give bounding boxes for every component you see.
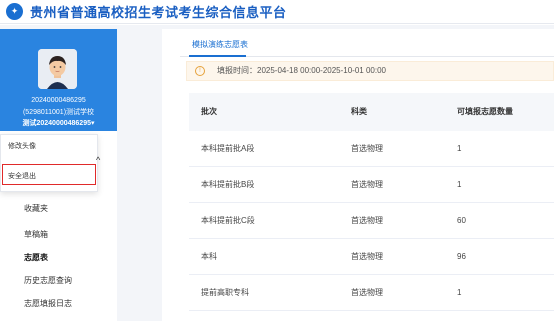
logo-icon: ✦: [6, 3, 23, 20]
profile-id: 20240000486295: [31, 97, 86, 104]
avatar: [38, 49, 77, 89]
cell-subject: 首选物理: [351, 252, 383, 261]
header-quota: 可填报志愿数量: [457, 107, 513, 116]
logout-highlight-box: [2, 164, 96, 185]
notice-text: 填报时间：2025-04-18 00:00-2025-10-01 00:00: [217, 66, 386, 75]
profile-user-menu[interactable]: 测试20240000486295▾: [0, 118, 117, 129]
cell-batch: 本科: [201, 252, 217, 261]
cell-subject: 首选物理: [351, 288, 383, 297]
sidebar-item-fill-log[interactable]: 志愿填报日志: [0, 291, 117, 317]
cell-quota: 1: [457, 180, 462, 189]
table-row: 本科 首选物理 96: [189, 239, 554, 275]
fill-time-notice: ! 填报时间：2025-04-18 00:00-2025-10-01 00:00: [186, 61, 554, 81]
tab-active-indicator: [189, 55, 246, 57]
cell-batch: 本科提前批C段: [201, 216, 255, 225]
table-row: 本科提前批B段 首选物理 1: [189, 167, 554, 203]
cell-quota: 96: [457, 252, 466, 261]
page-title: 贵州省普通高校招生考试考生综合信息平台: [30, 5, 287, 20]
sidebar-item-favorites[interactable]: 收藏夹: [0, 196, 117, 222]
header-batch: 批次: [201, 107, 217, 116]
profile-username: 测试20240000486295: [22, 120, 91, 127]
cell-subject: 首选物理: [351, 180, 383, 189]
cell-subject: 首选物理: [351, 144, 383, 153]
avatar-image-icon: [38, 49, 77, 89]
table-row: 本科提前批A段 首选物理 1: [189, 131, 554, 167]
chevron-up-icon[interactable]: ^: [96, 155, 100, 165]
cell-quota: 60: [457, 216, 466, 225]
top-header: ✦ 贵州省普通高校招生考试考生综合信息平台: [0, 0, 554, 24]
chevron-down-icon: ▾: [91, 120, 95, 127]
cell-quota: 1: [457, 144, 462, 153]
header-subject: 科类: [351, 107, 367, 116]
profile-panel: 20240000486295 (5298011001)测试学校 测试202400…: [0, 29, 117, 131]
change-avatar-item[interactable]: 修改头像: [1, 138, 97, 156]
cell-batch: 本科提前批B段: [201, 180, 255, 189]
profile-school: (5298011001)测试学校: [22, 109, 95, 116]
cell-batch: 本科提前批A段: [201, 144, 255, 153]
info-icon: !: [195, 66, 205, 76]
cell-subject: 首选物理: [351, 216, 383, 225]
main-content: 模拟演练志愿表 ! 填报时间：2025-04-18 00:00-2025-10-…: [162, 29, 554, 321]
table-row: 本科提前批C段 首选物理 60: [189, 203, 554, 239]
table-row: 提前高职专科 首选物理 1: [189, 275, 554, 311]
cell-batch: 提前高职专科: [201, 288, 249, 297]
cell-quota: 1: [457, 288, 462, 297]
tab-mock-volunteer-table[interactable]: 模拟演练志愿表: [192, 39, 248, 50]
